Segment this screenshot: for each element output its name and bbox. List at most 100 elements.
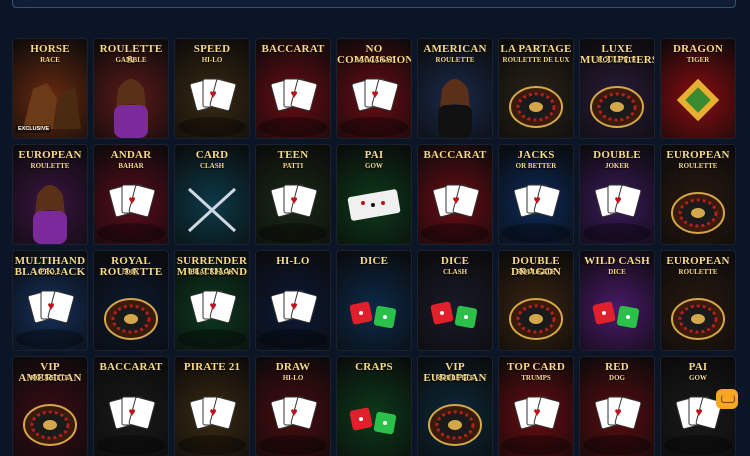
game-grid: HORSE RACE EXCLUSIVE ROULETTE & GAMBLE ♥ SPEED… bbox=[13, 39, 735, 456]
game-artwork bbox=[592, 301, 640, 329]
game-tile[interactable]: ♥ DOUBLE JOKER bbox=[580, 145, 654, 244]
game-tile[interactable]: DICE CLASH bbox=[418, 251, 492, 350]
game-subtitle: ROULETTE bbox=[597, 56, 637, 64]
game-tile[interactable]: HORSE RACE EXCLUSIVE bbox=[13, 39, 87, 138]
svg-text:♥: ♥ bbox=[371, 87, 378, 101]
game-tile[interactable]: ♥ TOP CARD TRUMPS bbox=[499, 357, 573, 456]
game-tile[interactable]: DOUBLE DRAGON ROULETTE bbox=[499, 251, 573, 350]
game-artwork: ♥ bbox=[259, 78, 327, 137]
game-subtitle: RACE bbox=[40, 56, 60, 64]
game-artwork: ♥ bbox=[502, 184, 570, 243]
game-tile[interactable]: ♥ ANDAR BAHAR bbox=[94, 145, 168, 244]
game-artwork: ♥ bbox=[421, 184, 489, 243]
game-artwork: ♥ bbox=[178, 290, 246, 349]
game-artwork bbox=[349, 407, 397, 435]
game-tile[interactable]: ♥ JACKS OR BETTER bbox=[499, 145, 573, 244]
svg-text:♥: ♥ bbox=[209, 405, 216, 419]
game-artwork bbox=[438, 79, 472, 138]
game-tile[interactable]: PAI GOW bbox=[337, 145, 411, 244]
game-tile[interactable]: ♥ BACCARAT bbox=[418, 145, 492, 244]
game-title: DOUBLE bbox=[593, 149, 641, 161]
game-tile[interactable]: ♥ TEEN PATTI bbox=[256, 145, 330, 244]
svg-text:♥: ♥ bbox=[614, 193, 621, 207]
game-artwork: ♥ bbox=[502, 396, 570, 455]
game-tile[interactable]: ♥ NO COMMISSION BACCARAT bbox=[337, 39, 411, 138]
game-subtitle: ROULETTE bbox=[678, 268, 718, 276]
game-tile[interactable]: LUXE MULTIPLIERS ROULETTE bbox=[580, 39, 654, 138]
game-subtitle: BLACKJACK bbox=[190, 268, 234, 276]
game-subtitle: BAHAR bbox=[118, 162, 144, 170]
game-tile[interactable]: ♥ BACCARAT bbox=[256, 39, 330, 138]
game-tile[interactable]: EUROPEAN ROULETTE bbox=[661, 251, 735, 350]
game-title: DICE bbox=[359, 255, 389, 267]
game-artwork: ♥ bbox=[583, 184, 651, 243]
game-title: EUROPEAN bbox=[666, 255, 730, 267]
game-title: TOP CARD bbox=[507, 361, 565, 373]
game-tile[interactable]: WILD CASH DICE bbox=[580, 251, 654, 350]
game-title: WILD CASH bbox=[584, 255, 650, 267]
game-title: EUROPEAN bbox=[666, 149, 730, 161]
game-artwork bbox=[114, 79, 148, 138]
game-artwork bbox=[349, 301, 397, 329]
game-artwork: ♥ bbox=[16, 290, 84, 349]
game-tile[interactable]: CARD CLASH bbox=[175, 145, 249, 244]
game-tile[interactable]: ♥ PIRATE 21 bbox=[175, 357, 249, 456]
game-title: PAI bbox=[688, 361, 708, 373]
game-title: BACCARAT bbox=[261, 43, 325, 55]
svg-text:♥: ♥ bbox=[128, 405, 135, 419]
game-tile[interactable]: VIP AMERICAN ROULETTE bbox=[13, 357, 87, 456]
game-tile[interactable]: ♥ SURRENDER MULTIHAND BLACKJACK bbox=[175, 251, 249, 350]
game-tile[interactable]: ♥ MULTIHAND BLACKJACK PRO 2 bbox=[13, 251, 87, 350]
game-tile[interactable]: ♥ SPEED HI-LO bbox=[175, 39, 249, 138]
game-artwork: ♥ bbox=[340, 78, 408, 137]
game-artwork: ♥ bbox=[259, 184, 327, 243]
game-subtitle: OR BETTER bbox=[515, 162, 557, 170]
game-subtitle: ROULETTE bbox=[435, 374, 475, 382]
game-tile[interactable]: ROULETTE & GAMBLE bbox=[94, 39, 168, 138]
game-tile[interactable]: ♥ BACCARAT bbox=[94, 357, 168, 456]
game-artwork bbox=[509, 86, 563, 128]
game-tile[interactable]: CRAPS bbox=[337, 357, 411, 456]
game-subtitle: DOG bbox=[609, 374, 625, 382]
game-tile[interactable]: VIP EUROPEAN ROULETTE bbox=[418, 357, 492, 456]
game-subtitle: CLASH bbox=[442, 268, 468, 276]
game-subtitle: BACCARAT bbox=[354, 56, 394, 64]
svg-text:♥: ♥ bbox=[695, 405, 702, 419]
game-title: RED bbox=[605, 361, 629, 373]
svg-text:♥: ♥ bbox=[209, 299, 216, 313]
game-tile[interactable]: EUROPEAN ROULETTE bbox=[13, 145, 87, 244]
game-tile[interactable]: ♥ DRAW HI-LO bbox=[256, 357, 330, 456]
game-subtitle: ROULETTE bbox=[30, 374, 70, 382]
game-title: DRAGON bbox=[672, 43, 724, 55]
game-tile[interactable]: ♥ HI-LO bbox=[256, 251, 330, 350]
game-artwork bbox=[509, 298, 563, 340]
svg-text:♥: ♥ bbox=[128, 193, 135, 207]
game-artwork bbox=[347, 189, 401, 221]
chat-icon[interactable] bbox=[716, 389, 738, 409]
game-artwork bbox=[23, 404, 77, 446]
game-artwork bbox=[676, 78, 720, 122]
game-title: JACKS bbox=[517, 149, 555, 161]
game-subtitle: CLASH bbox=[199, 162, 225, 170]
game-tile[interactable]: DRAGON TIGER bbox=[661, 39, 735, 138]
game-artwork bbox=[671, 298, 725, 340]
exclusive-badge: EXCLUSIVE bbox=[16, 125, 52, 133]
game-title: HI-LO bbox=[276, 255, 310, 267]
svg-text:♥: ♥ bbox=[533, 193, 540, 207]
game-artwork: ♥ bbox=[97, 184, 165, 243]
game-tile[interactable]: EUROPEAN ROULETTE bbox=[661, 145, 735, 244]
svg-text:♥: ♥ bbox=[209, 87, 216, 101]
game-title: TEEN bbox=[277, 149, 309, 161]
game-tile[interactable]: AMERICAN ROULETTE bbox=[418, 39, 492, 138]
game-tile[interactable]: LA PARTAGE ROULETTE DE LUX bbox=[499, 39, 573, 138]
game-title: HORSE bbox=[30, 43, 70, 55]
game-tile[interactable]: DICE bbox=[337, 251, 411, 350]
game-title: SPEED bbox=[193, 43, 231, 55]
search-bar[interactable] bbox=[12, 0, 736, 8]
game-tile[interactable]: ♥ RED DOG bbox=[580, 357, 654, 456]
svg-text:♥: ♥ bbox=[290, 193, 297, 207]
game-title: LA PARTAGE bbox=[500, 43, 572, 55]
game-artwork bbox=[187, 187, 237, 233]
game-subtitle: GOW bbox=[689, 374, 707, 382]
game-tile[interactable]: ROYAL ROULETTE 500X bbox=[94, 251, 168, 350]
